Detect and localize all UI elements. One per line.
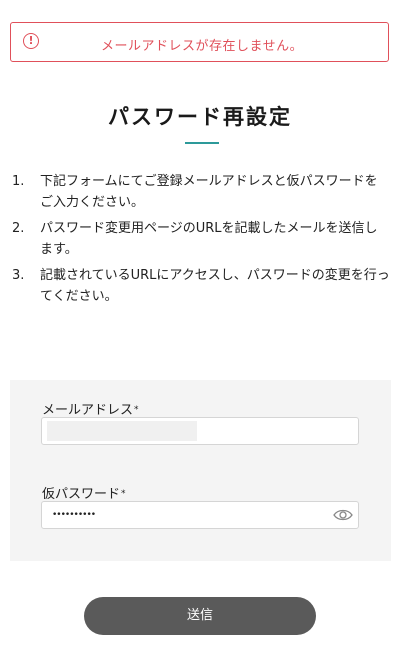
reset-form: メールアドレス* 仮パスワード* •••••••••• <box>10 380 391 561</box>
email-field[interactable] <box>41 417 359 445</box>
instruction-text: 下記フォームにてご登録メールアドレスと仮パスワードをご入力ください。 <box>40 174 378 210</box>
instruction-item: 1. 下記フォームにてご登録メールアドレスと仮パスワードをご入力ください。 <box>12 171 390 213</box>
instruction-number: 2. <box>12 221 25 236</box>
instruction-item: 2. パスワード変更用ページのURLを記載したメールを送信します。 <box>12 218 390 260</box>
submit-button[interactable]: 送信 <box>84 597 316 635</box>
title-underline <box>185 142 219 144</box>
required-mark: * <box>134 405 139 415</box>
error-alert: ! メールアドレスが存在しません。 <box>10 22 389 62</box>
exclamation-circle-icon: ! <box>23 33 39 49</box>
instruction-number: 1. <box>12 174 25 189</box>
temp-password-label: 仮パスワード* <box>42 483 126 502</box>
password-mask: •••••••••• <box>52 510 96 520</box>
eye-icon[interactable] <box>332 507 354 523</box>
error-message: メールアドレスが存在しません。 <box>101 39 304 54</box>
temp-password-field[interactable]: •••••••••• <box>41 501 359 529</box>
instruction-text: 記載されているURLにアクセスし、パスワードの変更を行ってください。 <box>40 268 390 304</box>
instruction-list: 1. 下記フォームにてご登録メールアドレスと仮パスワードをご入力ください。 2.… <box>12 171 390 312</box>
page-title: パスワード再設定 <box>108 105 292 129</box>
required-mark: * <box>121 489 126 499</box>
email-label: メールアドレス* <box>42 399 139 418</box>
email-field-value <box>47 421 197 441</box>
instruction-item: 3. 記載されているURLにアクセスし、パスワードの変更を行ってください。 <box>12 265 390 307</box>
instruction-number: 3. <box>12 268 25 283</box>
email-label-text: メールアドレス <box>42 403 134 418</box>
temp-password-label-text: 仮パスワード <box>42 487 121 502</box>
instruction-text: パスワード変更用ページのURLを記載したメールを送信します。 <box>40 221 378 257</box>
